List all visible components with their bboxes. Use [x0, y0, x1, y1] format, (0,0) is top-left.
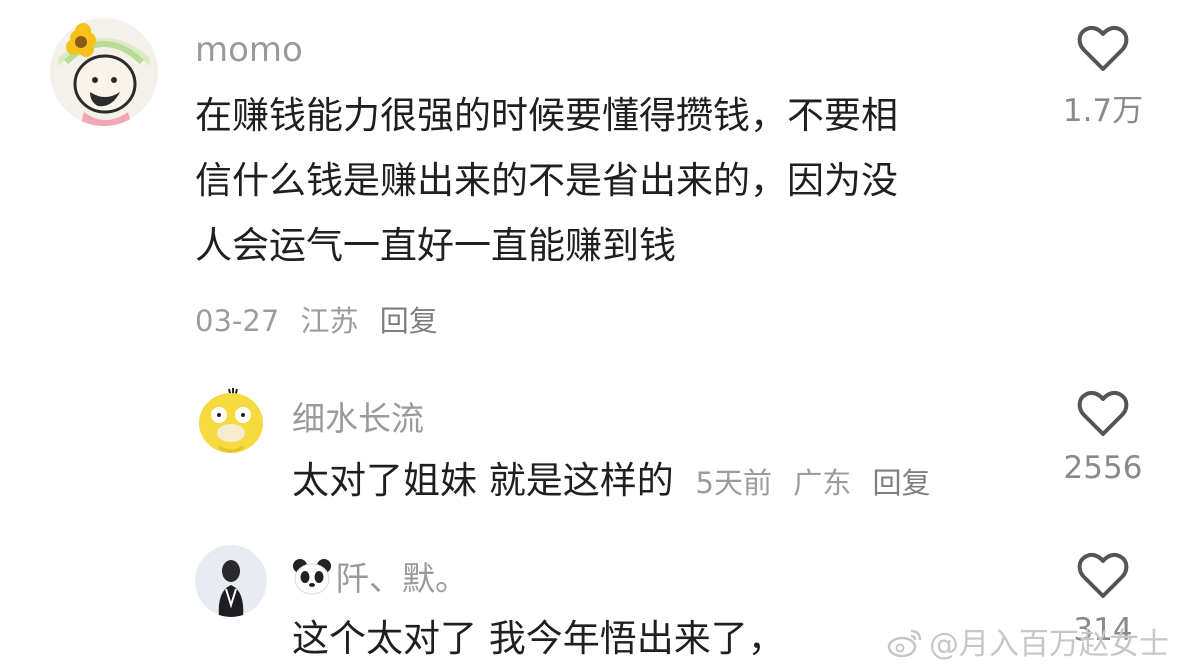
comment-text: 这个太对了 我今年悟出来了， [292, 617, 785, 660]
username[interactable]: 阡、默。 [292, 552, 468, 604]
comment-text-line: 人会运气一直好一直能赚到钱 [195, 224, 676, 267]
avatar[interactable] [50, 18, 158, 126]
reply-button[interactable]: 回复 [380, 304, 438, 338]
watermark: @月入百万赵女士 [887, 619, 1169, 666]
yellow-duck-icon [195, 383, 267, 455]
reply-button[interactable]: 回复 [872, 466, 930, 500]
comment-meta: 03-27 江苏 回复 [195, 298, 450, 340]
comment-location: 江苏 [300, 304, 359, 338]
watermark-text: @月入百万赵女士 [929, 627, 1169, 662]
comment-date: 5天前 [695, 466, 772, 500]
like-button[interactable]: 2556 [1043, 390, 1163, 486]
heart-outline-icon [1077, 25, 1129, 71]
avatar[interactable] [195, 545, 267, 617]
weibo-logo-icon [887, 628, 923, 666]
comment-text-line: 在赚钱能力很强的时候要懂得攒钱，不要相 [195, 94, 898, 137]
comment-text: 太对了姐妹 就是这样的 5天前 广东 回复 [292, 448, 942, 516]
comment-meta: 5天前 广东 回复 [696, 466, 943, 500]
username[interactable]: 细水长流 [292, 392, 424, 440]
heart-outline-icon [1077, 552, 1129, 598]
heart-outline-icon [1077, 390, 1129, 436]
comment-date: 03-27 [195, 304, 280, 338]
like-button[interactable]: 1.7万 [1043, 25, 1163, 130]
like-count: 2556 [1063, 450, 1143, 486]
cartoon-face-sunflower-icon [50, 18, 158, 126]
avatar[interactable] [195, 383, 267, 455]
comment-location: 广东 [793, 466, 852, 500]
comment-thread: momo 在赚钱能力很强的时候要懂得攒钱，不要相 信什么钱是赚出来的不是省出来的… [0, 0, 1179, 670]
username-text: 阡、默。 [336, 559, 468, 598]
username[interactable]: momo [195, 30, 303, 70]
comment-text-content: 太对了姐妹 就是这样的 [292, 459, 674, 502]
panda-icon [292, 558, 332, 604]
comment-text-line: 信什么钱是赚出来的不是省出来的，因为没 [195, 159, 898, 202]
like-count: 1.7万 [1062, 93, 1144, 129]
woman-photo-icon [195, 545, 267, 617]
